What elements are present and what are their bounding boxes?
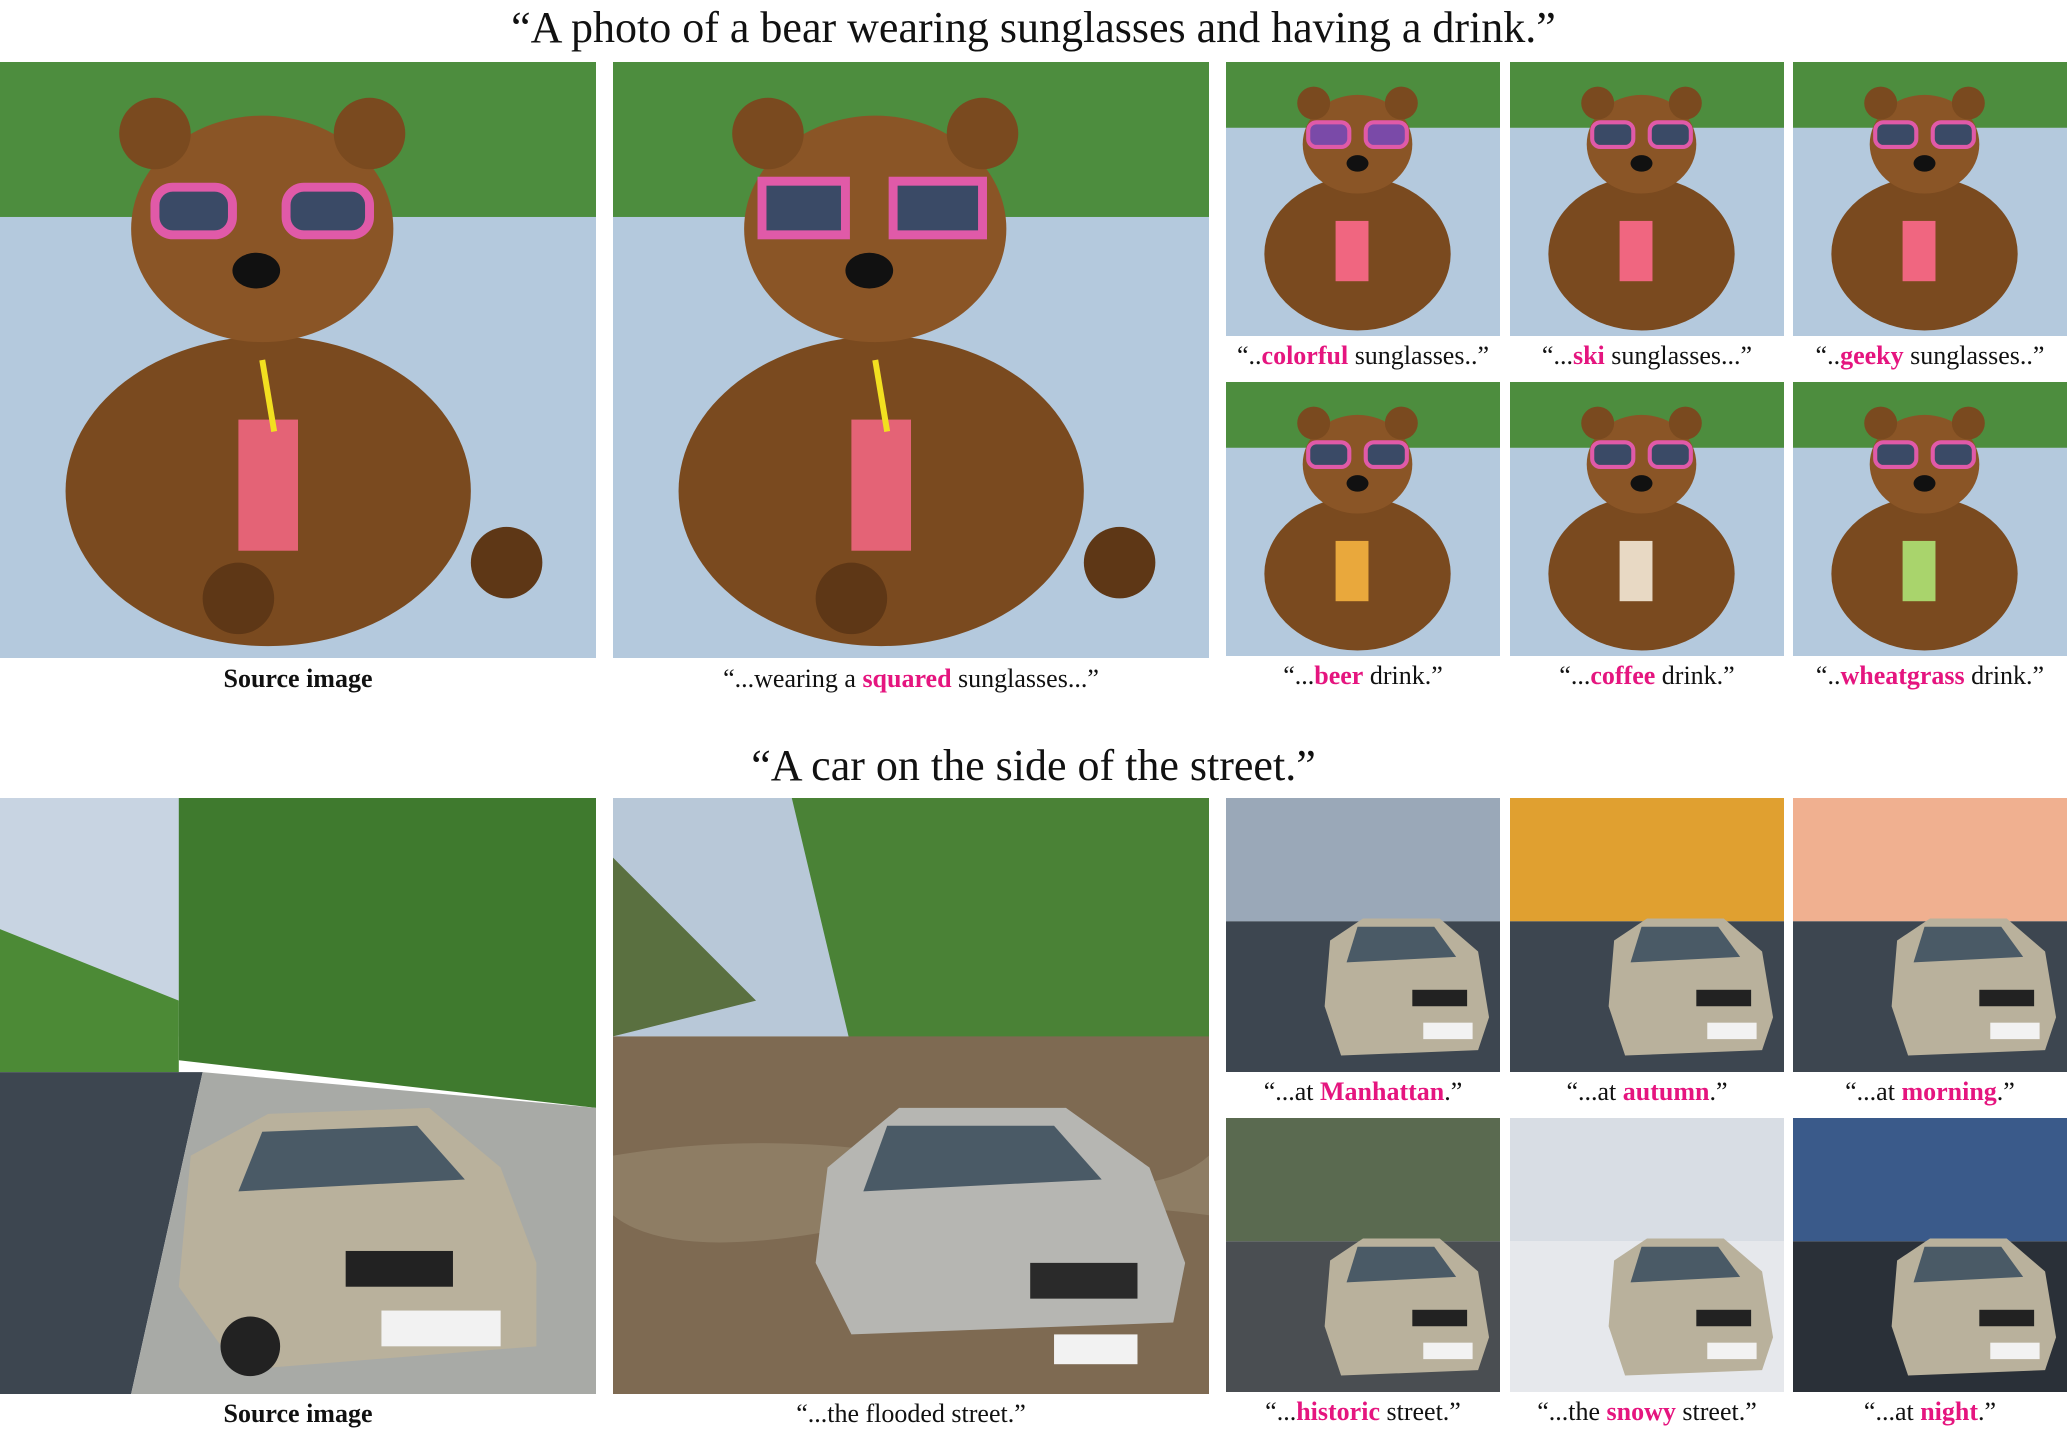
caption-text: .”: [1444, 1077, 1463, 1106]
caption-highlight: morning: [1901, 1077, 1997, 1106]
bear-grid-caption: “..colorful sunglasses..”: [1216, 340, 1510, 372]
car-flooded-image: [613, 798, 1209, 1394]
bear-grid-image: [1510, 382, 1784, 656]
car-grid-caption: “...at autumn.”: [1500, 1076, 1794, 1108]
car-grid-image: [1793, 798, 2067, 1072]
caption-text: drink.”: [1655, 661, 1735, 690]
caption-highlight: coffee: [1590, 661, 1656, 690]
caption-text: “...at: [1263, 1077, 1320, 1106]
caption-text: .”: [1978, 1397, 1997, 1426]
bear-grid-image: [1226, 62, 1500, 336]
caption-text: “...: [1559, 661, 1591, 690]
caption-text: “...at: [1566, 1077, 1623, 1106]
car-grid-caption: “...the snowy street.”: [1500, 1396, 1794, 1428]
car-grid-image: [1510, 798, 1784, 1072]
bear-source-image: [0, 62, 596, 658]
caption-highlight: snowy: [1606, 1397, 1676, 1426]
caption-text: “...at: [1863, 1397, 1921, 1426]
caption-text: “..: [1236, 341, 1262, 370]
bear-grid-image: [1510, 62, 1784, 336]
caption-text: sunglasses...”: [1604, 341, 1753, 370]
caption-text: “..: [1815, 661, 1841, 690]
car-flooded-caption: “...the flooded street.”: [796, 1399, 1026, 1428]
car-grid-image: [1793, 1118, 2067, 1392]
car-grid-caption: “...at night.”: [1783, 1396, 2067, 1428]
bear-squared-image: [613, 62, 1209, 658]
bear-grid-caption: “..wheatgrass drink.”: [1783, 660, 2067, 692]
bear-source-caption: Source image: [223, 664, 373, 693]
caption-text: street.”: [1379, 1397, 1461, 1426]
caption-text: “...the: [1537, 1397, 1607, 1426]
caption-highlight: wheatgrass: [1840, 661, 1965, 690]
section2-title: “A car on the side of the street.”: [751, 741, 1316, 790]
caption-highlight: geeky: [1840, 341, 1904, 370]
car-grid-caption: “...historic street.”: [1216, 1396, 1510, 1428]
car-grid-image: [1226, 798, 1500, 1072]
car-grid-image: [1510, 1118, 1784, 1392]
caption-text: drink.”: [1363, 661, 1443, 690]
bear-grid-caption: “..geeky sunglasses..”: [1783, 340, 2067, 372]
caption-text: “..: [1815, 341, 1841, 370]
caption-text: “...: [1265, 1397, 1297, 1426]
caption-text: sunglasses..”: [1348, 341, 1490, 370]
caption-text: .”: [1996, 1077, 2015, 1106]
bear-grid-image: [1793, 382, 2067, 656]
bear-grid-caption: “...coffee drink.”: [1500, 660, 1794, 692]
caption-text: sunglasses..”: [1903, 341, 2045, 370]
car-grid-caption: “...at morning.”: [1783, 1076, 2067, 1108]
caption-highlight: historic: [1296, 1397, 1380, 1426]
caption-text: “...: [1541, 341, 1573, 370]
bear-grid-image: [1793, 62, 2067, 336]
bear-grid-caption: “...beer drink.”: [1216, 660, 1510, 692]
car-source-caption: Source image: [223, 1399, 373, 1428]
caption-highlight: colorful: [1261, 341, 1349, 370]
car-source-image: [0, 798, 596, 1394]
caption-highlight: beer: [1314, 661, 1364, 690]
caption-highlight: ski: [1572, 341, 1605, 370]
caption-text: “...: [1283, 661, 1315, 690]
caption-highlight: Manhattan: [1320, 1077, 1445, 1106]
section1-title: “A photo of a bear wearing sunglasses an…: [511, 3, 1556, 52]
bear-grid-image: [1226, 382, 1500, 656]
caption-highlight: autumn: [1622, 1077, 1710, 1106]
caption-text: .”: [1709, 1077, 1728, 1106]
caption-text: drink.”: [1964, 661, 2045, 690]
bear-grid-caption: “...ski sunglasses...”: [1500, 340, 1794, 372]
caption-text: street.”: [1675, 1397, 1757, 1426]
car-grid-image: [1226, 1118, 1500, 1392]
bear-squared-caption: “...wearing a squared sunglasses...”: [723, 664, 1099, 693]
car-grid-caption: “...at Manhattan.”: [1216, 1076, 1510, 1108]
caption-text: “...at: [1845, 1077, 1902, 1106]
caption-highlight: night: [1920, 1397, 1979, 1426]
